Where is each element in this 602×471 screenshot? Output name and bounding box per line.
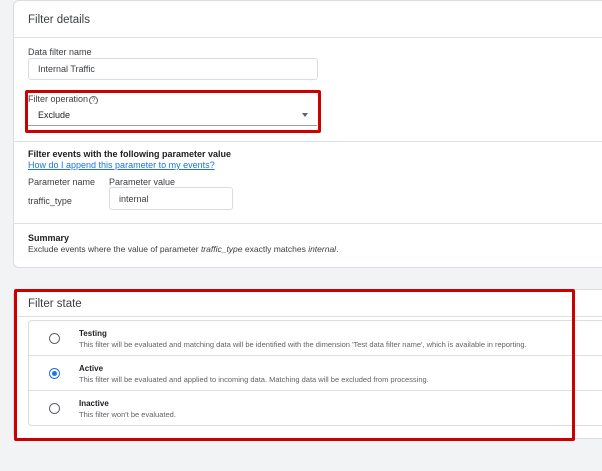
option-testing-description: This filter will be evaluated and matchi… [79,340,527,349]
option-inactive-description: This filter won't be evaluated. [79,410,176,419]
summary-text: Exclude events where the value of parame… [28,244,339,254]
divider [14,37,602,38]
parameter-value-label: Parameter value [109,177,176,187]
page: Filter details Data filter name Internal… [0,0,602,471]
filter-details-title: Filter details [28,14,90,26]
divider [14,223,602,224]
data-filter-name-input[interactable]: Internal Traffic [28,58,318,80]
option-testing-title: Testing [79,329,107,338]
parameter-name-label: Parameter name [28,177,96,187]
filter-operation-value: Exclude [38,109,71,120]
filter-state-card: Filter state Testing This filter will be… [13,289,602,439]
filter-state-title: Filter state [28,298,82,310]
option-testing[interactable]: Testing This filter will be evaluated an… [29,321,602,356]
divider [14,141,602,142]
filter-operation-select[interactable]: Exclude [28,104,317,126]
radio-testing[interactable] [49,333,60,344]
parameter-value-text: internal [119,193,149,204]
option-inactive-title: Inactive [79,399,109,408]
option-inactive[interactable]: Inactive This filter won't be evaluated. [29,391,602,426]
parameter-value-input[interactable]: internal [109,187,233,210]
filter-state-options: Testing This filter will be evaluated an… [28,320,602,426]
radio-active[interactable] [49,368,60,379]
data-filter-name-value: Internal Traffic [38,64,95,74]
filter-details-card: Filter details Data filter name Internal… [13,0,602,268]
parameter-name-value: traffic_type [28,196,72,206]
summary-title: Summary [28,233,70,243]
dropdown-arrow-icon [302,113,308,117]
divider [14,316,602,317]
data-filter-name-label: Data filter name [28,47,92,57]
option-active[interactable]: Active This filter will be evaluated and… [29,356,602,391]
option-active-title: Active [79,364,104,373]
option-active-description: This filter will be evaluated and applie… [79,375,429,384]
filter-operation-label-text: Filter operation [28,94,89,104]
parameter-section-title: Filter events with the following paramet… [28,149,232,159]
append-parameter-help-link[interactable]: How do I append this parameter to my eve… [28,160,215,170]
radio-inactive[interactable] [49,403,60,414]
